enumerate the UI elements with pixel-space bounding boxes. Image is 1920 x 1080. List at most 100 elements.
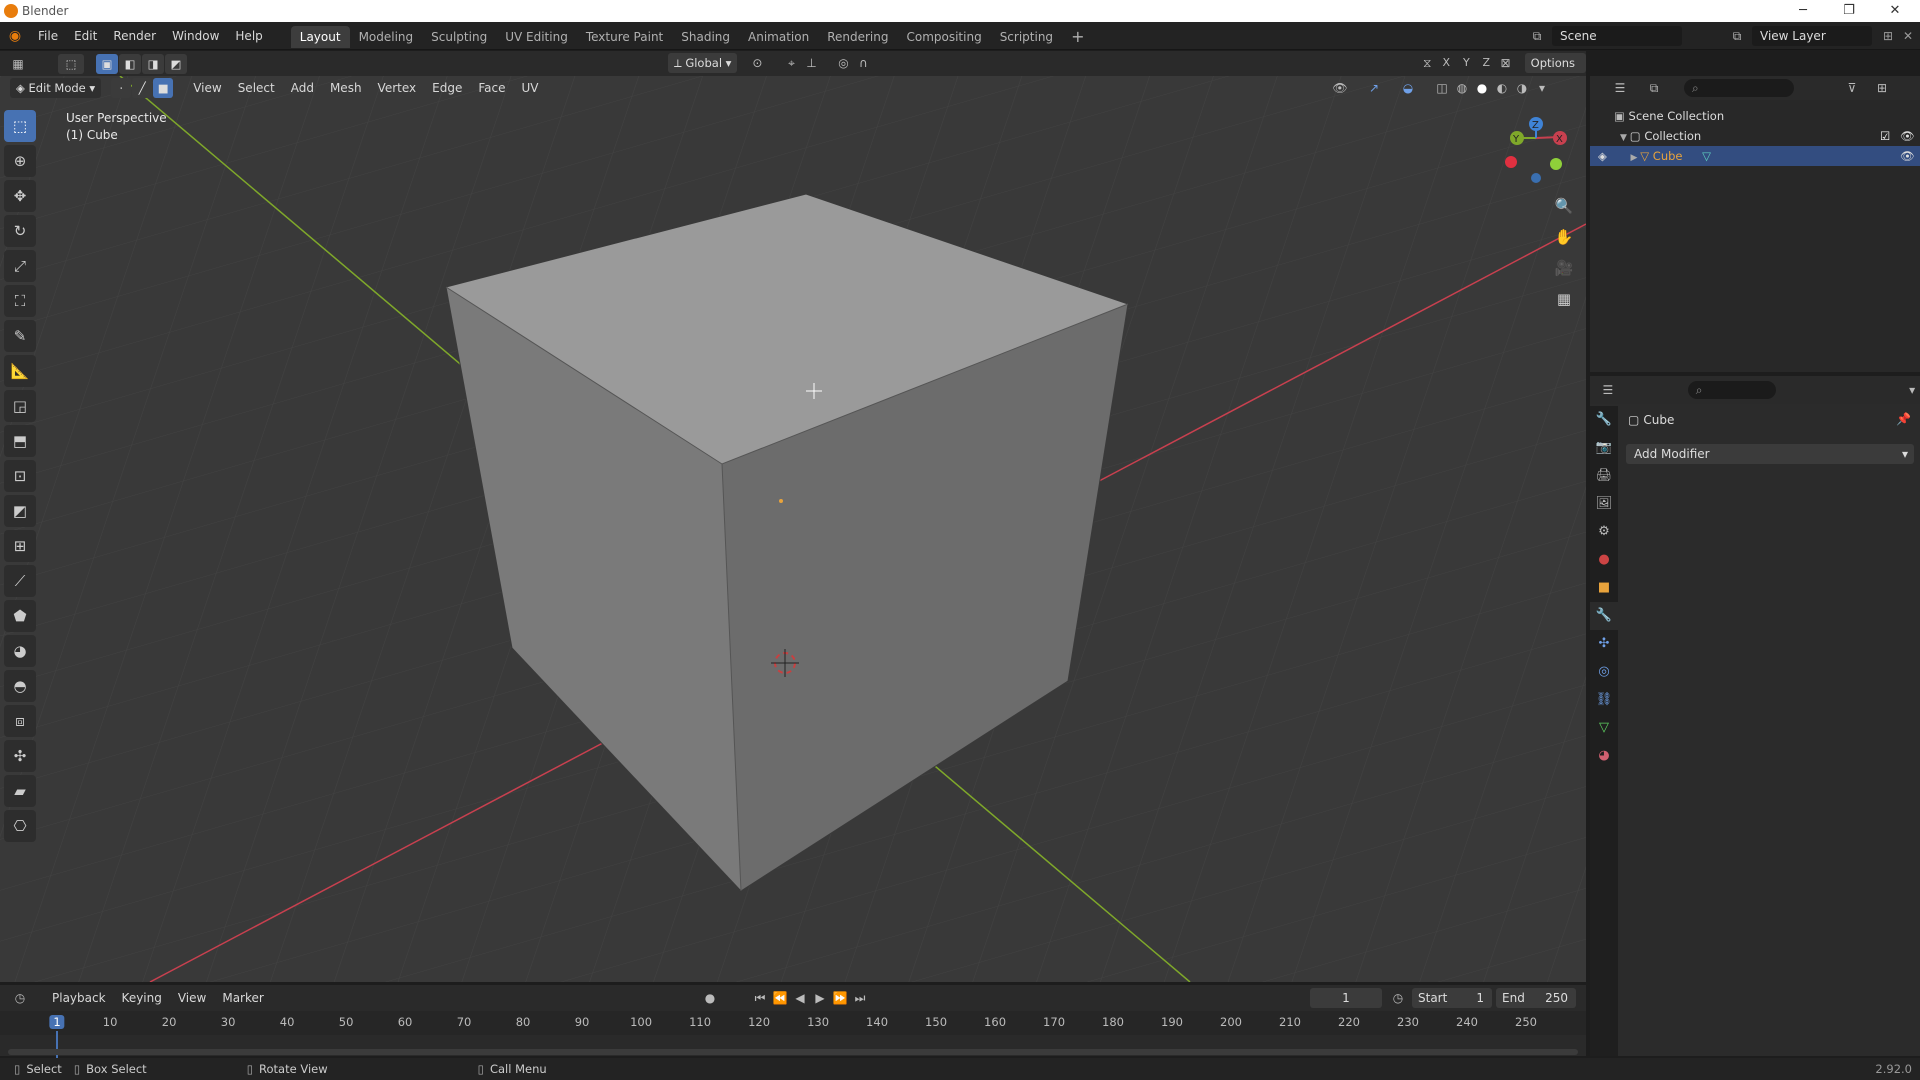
move-tool-icon[interactable]: ✥ <box>4 180 36 212</box>
loop-cut-tool-icon[interactable]: ⊞ <box>4 530 36 562</box>
gizmo-neg-z-axis[interactable] <box>1531 173 1541 183</box>
snap-icon[interactable]: ⌖ <box>781 53 801 73</box>
mirror-icon[interactable]: ⧖ <box>1418 53 1436 73</box>
view-layer-field[interactable]: View Layer <box>1752 26 1872 46</box>
rip-region-tool-icon[interactable]: ⎔ <box>4 810 36 842</box>
edge-slide-tool-icon[interactable]: ⧈ <box>4 705 36 737</box>
scene-name-field[interactable]: Scene <box>1552 26 1682 46</box>
select-mode-new-icon[interactable]: ▣ <box>96 53 118 74</box>
record-keyframe-icon[interactable]: ● <box>700 988 720 1008</box>
collection-eye-icon[interactable]: 👁 <box>1900 126 1915 146</box>
viewport-menu-face[interactable]: Face <box>470 76 513 100</box>
start-frame-field[interactable]: Start 1 <box>1412 988 1492 1008</box>
viewport-menu-edge[interactable]: Edge <box>424 76 470 100</box>
particles-tab-icon[interactable]: ✣ <box>1590 630 1618 658</box>
menu-edit[interactable]: Edit <box>66 22 105 50</box>
viewport-menu-select[interactable]: Select <box>230 76 283 100</box>
inset-tool-icon[interactable]: ⊡ <box>4 460 36 492</box>
physics-tab-icon[interactable]: ◎ <box>1590 658 1618 686</box>
modifier-tab-icon[interactable]: 🔧 <box>1590 602 1618 630</box>
add-modifier-dropdown[interactable]: Add Modifier ▾ <box>1626 444 1914 464</box>
view-layer-selector-icon[interactable]: ⧉ <box>1725 25 1749 47</box>
camera-view-icon[interactable]: 🎥 <box>1548 254 1580 282</box>
overlay-toggle-icon[interactable]: ◒ <box>1398 78 1418 98</box>
outliner-search-input[interactable]: ⌕ <box>1684 79 1794 97</box>
extrude-tool-icon[interactable]: ⬒ <box>4 425 36 457</box>
timeline-menu-marker[interactable]: Marker <box>214 985 271 1011</box>
jump-keyframe-back-icon[interactable]: ⏪ <box>770 988 790 1008</box>
gizmo-neg-x-axis[interactable] <box>1505 156 1517 168</box>
poly-build-tool-icon[interactable]: ⬟ <box>4 600 36 632</box>
close-button[interactable]: ✕ <box>1872 0 1918 22</box>
minimize-button[interactable]: ─ <box>1780 0 1826 22</box>
timeline-menu-keying[interactable]: Keying <box>114 985 170 1011</box>
ortho-toggle-icon[interactable]: ▦ <box>1548 285 1580 313</box>
jump-end-icon[interactable]: ⏭ <box>850 988 870 1008</box>
menu-file[interactable]: File <box>30 22 66 50</box>
transform-orientation-dropdown[interactable]: ⟂ Global ▾ <box>668 53 738 73</box>
transform-tool-icon[interactable]: ⛶ <box>4 285 36 317</box>
tab-shading[interactable]: Shading <box>672 26 739 48</box>
shrink-fatten-tool-icon[interactable]: ✣ <box>4 740 36 772</box>
tab-scripting[interactable]: Scripting <box>991 26 1062 48</box>
mesh-data-icon[interactable]: ▽ <box>1702 149 1711 163</box>
current-frame-field[interactable]: 1 <box>1310 988 1382 1008</box>
properties-options-icon[interactable]: ▾ <box>1904 380 1920 400</box>
select-mode-invert-icon[interactable]: ◩ <box>165 53 187 74</box>
data-tab-icon[interactable]: ▽ <box>1590 714 1618 742</box>
annotate-tool-icon[interactable]: ✎ <box>4 320 36 352</box>
new-collection-icon[interactable]: ⊞ <box>1872 78 1892 98</box>
timeline-menu-view[interactable]: View <box>170 985 214 1011</box>
options-dropdown[interactable]: Options ▾ <box>1524 53 1586 90</box>
select-mode-extend-icon[interactable]: ◧ <box>119 53 141 74</box>
edge-select-icon[interactable]: ╱ <box>132 78 153 98</box>
select-mode-subtract-icon[interactable]: ◨ <box>142 53 164 74</box>
proportional-edit-icon[interactable]: ◎ <box>833 53 853 73</box>
auto-merge-icon[interactable]: ⊠ <box>1496 53 1514 73</box>
timeline-editor-type-icon[interactable]: ◷ <box>10 988 30 1008</box>
tab-uv-editing[interactable]: UV Editing <box>496 26 577 48</box>
material-shading-icon[interactable]: ◐ <box>1492 78 1512 98</box>
menu-help[interactable]: Help <box>227 22 270 50</box>
play-reverse-icon[interactable]: ◀ <box>790 988 810 1008</box>
tab-animation[interactable]: Animation <box>739 26 818 48</box>
viewport-menu-view[interactable]: View <box>185 76 229 100</box>
display-mode-icon[interactable]: ⧉ <box>1644 78 1664 98</box>
scene-collection-row[interactable]: ▣ Scene Collection <box>1590 106 1920 126</box>
wireframe-shading-icon[interactable]: ◍ <box>1452 78 1472 98</box>
shear-tool-icon[interactable]: ▰ <box>4 775 36 807</box>
render-tab-icon[interactable]: 📷 <box>1590 434 1618 462</box>
measure-tool-icon[interactable]: 📐 <box>4 355 36 387</box>
expand-arrow-icon[interactable]: ▶ <box>1631 153 1641 163</box>
material-tab-icon[interactable]: ◕ <box>1590 742 1618 770</box>
snap-target-icon[interactable]: ⊥ <box>801 53 821 73</box>
viewport-menu-uv[interactable]: UV <box>513 76 546 100</box>
frame-ruler[interactable]: 1 10 20 30 40 50 60 70 80 90 100 110 120 130 140 150 160… <box>0 1011 1586 1059</box>
smooth-tool-icon[interactable]: ◓ <box>4 670 36 702</box>
tool-tab-icon[interactable]: 🔧 <box>1590 406 1618 434</box>
tab-layout[interactable]: Layout <box>290 26 350 48</box>
shading-options-icon[interactable]: ▾ <box>1532 78 1552 98</box>
constraints-tab-icon[interactable]: ⛓ <box>1590 686 1618 714</box>
viewport-menu-mesh[interactable]: Mesh <box>322 76 370 100</box>
mirror-x-toggle[interactable]: X <box>1436 53 1456 73</box>
scene-selector-icon[interactable]: ⧉ <box>1525 25 1549 47</box>
edit-mode-indicator-icon[interactable]: ◈ <box>1598 149 1611 163</box>
add-cube-tool-icon[interactable]: ◲ <box>4 390 36 422</box>
object-visibility-icon[interactable]: 👁 <box>1330 78 1350 98</box>
select-tool-icon[interactable]: ⬚ <box>58 53 84 74</box>
mirror-y-toggle[interactable]: Y <box>1456 53 1476 73</box>
timeline-scrollbar[interactable] <box>8 1049 1578 1055</box>
rotate-tool-icon[interactable]: ↻ <box>4 215 36 247</box>
gizmo-toggle-icon[interactable]: ↗ <box>1364 78 1384 98</box>
preview-range-icon[interactable]: ◷ <box>1388 988 1408 1008</box>
view-layer-tab-icon[interactable]: 🖼 <box>1590 490 1618 518</box>
remove-view-layer-icon[interactable]: ✕ <box>1898 25 1918 47</box>
rendered-shading-icon[interactable]: ◑ <box>1512 78 1532 98</box>
properties-search-input[interactable]: ⌕ <box>1687 381 1777 399</box>
viewport-menu-add[interactable]: Add <box>283 76 322 100</box>
scene-tab-icon[interactable]: ⚙ <box>1590 518 1618 546</box>
timeline-menu-playback[interactable]: Playback <box>44 985 114 1011</box>
tab-rendering[interactable]: Rendering <box>818 26 897 48</box>
tab-texture-paint[interactable]: Texture Paint <box>577 26 672 48</box>
